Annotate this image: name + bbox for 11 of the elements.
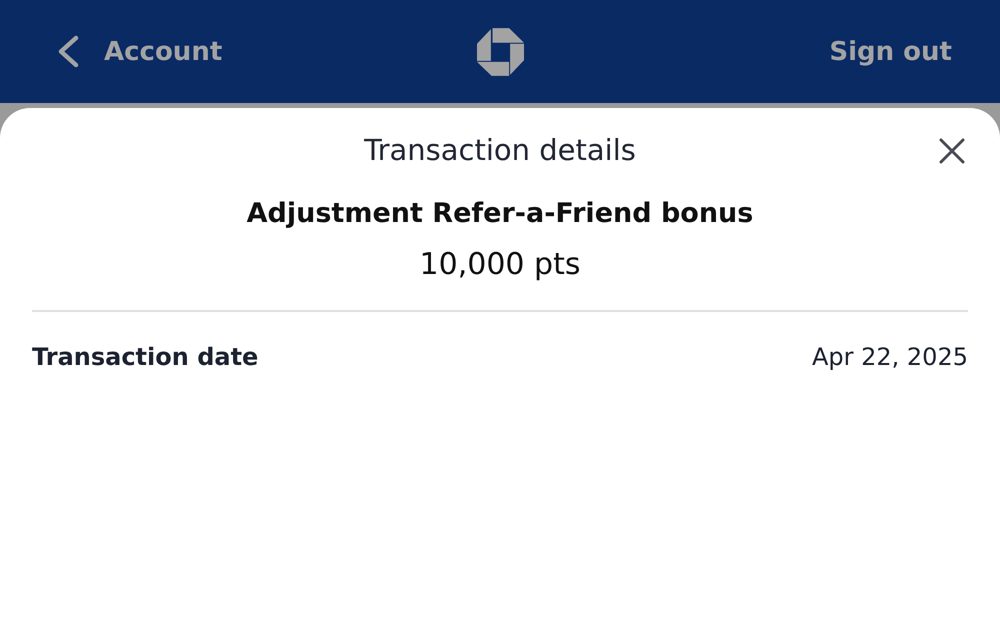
detail-label: Transaction date [32,343,258,372]
transaction-description: Adjustment Refer-a-Friend bonus [246,198,754,230]
close-icon [939,138,965,164]
close-button[interactable] [939,138,965,164]
chevron-icon [57,35,79,68]
back-button[interactable]: Account [57,35,222,68]
sheet-title: Transaction details [364,133,636,168]
sign-out-button[interactable]: Sign out [829,36,952,68]
octagon-logo-icon [476,28,524,76]
detail-value: Apr 22, 2025 [812,343,968,372]
transaction-amount: 10,000 pts [418,247,582,283]
